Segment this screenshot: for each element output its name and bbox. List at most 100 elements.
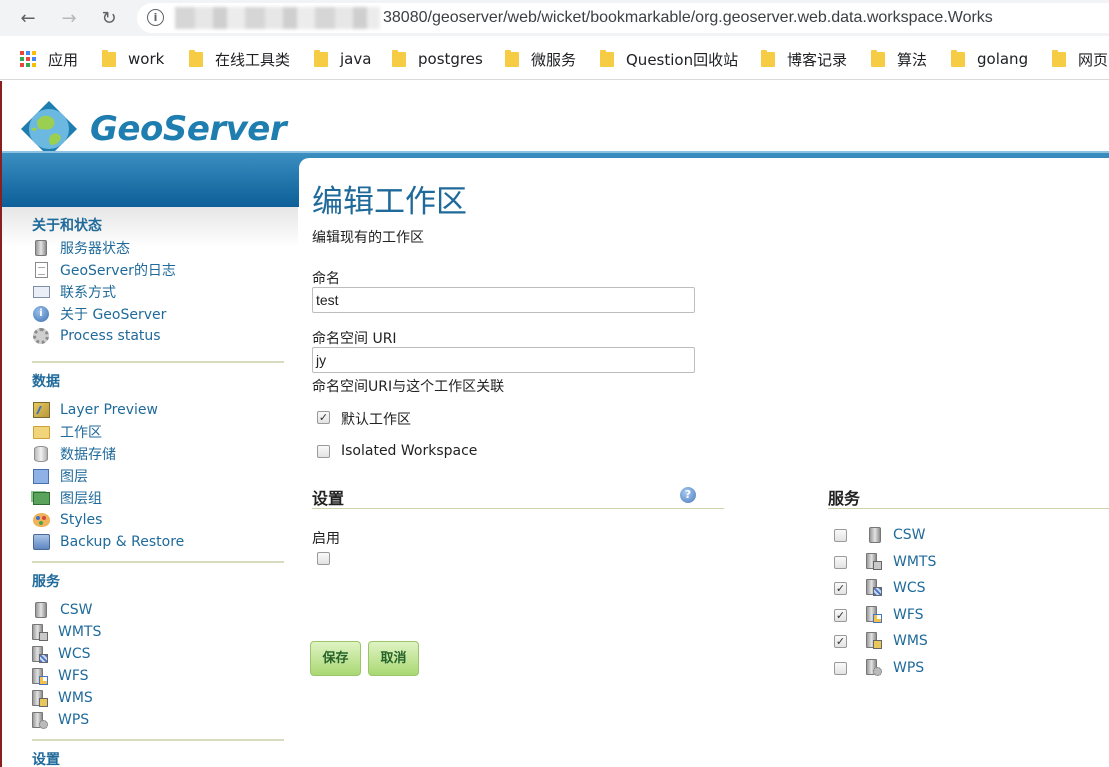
sidebar-item-label: Layer Preview	[60, 402, 158, 418]
url-text[interactable]: 38080/geoserver/web/wicket/bookmarkable/…	[383, 7, 993, 29]
bookmark-java[interactable]: java	[314, 48, 371, 70]
settings-enabled-checkbox[interactable]	[317, 552, 330, 565]
nav-section-about-status: 关于和状态 服务器状态 GeoServer的日志 联系方式 i 关于 GeoSer…	[32, 215, 284, 347]
nav-divider	[32, 561, 284, 563]
service-wcs-link[interactable]: WCS	[893, 580, 926, 596]
sidebar-item-wms[interactable]: WMS	[32, 687, 284, 709]
sidebar-item-csw[interactable]: CSW	[32, 599, 284, 621]
layer-icon	[32, 468, 50, 485]
cancel-button[interactable]: 取消	[368, 641, 419, 676]
default-workspace-label: 默认工作区	[341, 412, 411, 428]
geoserver-globe-logo-icon[interactable]	[19, 99, 79, 159]
wcs-icon	[32, 645, 48, 663]
wfs-icon	[866, 606, 882, 623]
namespace-uri-input[interactable]: jy	[312, 347, 695, 373]
wmts-icon	[866, 553, 882, 570]
folder-icon	[761, 49, 775, 67]
service-wfs-checkbox[interactable]: ✓	[834, 609, 847, 622]
sidebar-item-geoserver-log[interactable]: GeoServer的日志	[32, 259, 284, 281]
bookmark-question[interactable]: Question回收站	[600, 48, 738, 70]
bookmark-web[interactable]: 网页	[1052, 48, 1108, 70]
nav-section-title: 数据	[32, 374, 60, 390]
sidebar-item-layers[interactable]: 图层	[32, 465, 284, 487]
nav-section-title: 关于和状态	[32, 218, 102, 234]
sidebar-item-label: 服务器状态	[60, 241, 130, 257]
sidebar-item-contact[interactable]: 联系方式	[32, 281, 284, 303]
layer-group-icon	[32, 490, 50, 507]
sidebar-item-stores[interactable]: 数据存储	[32, 443, 284, 465]
sidebar-item-label: 关于 GeoServer	[60, 307, 167, 323]
geoserver-header: GeoServer	[2, 81, 1109, 157]
sidebar-item-backup-restore[interactable]: Backup & Restore	[32, 531, 284, 553]
folder-icon	[871, 49, 885, 67]
bookmark-label: postgres	[418, 50, 483, 68]
service-csw-checkbox[interactable]	[834, 529, 847, 542]
browser-toolbar: ← → ↻ i 38080/geoserver/web/wicket/bookm…	[0, 0, 1109, 36]
folder-icon	[505, 49, 519, 67]
bookmark-postgres[interactable]: postgres	[392, 48, 483, 70]
help-icon[interactable]: ?	[680, 487, 696, 503]
sidebar-item-wps[interactable]: WPS	[32, 709, 284, 731]
sidebar-item-wmts[interactable]: WMTS	[32, 621, 284, 643]
wfs-icon	[32, 667, 48, 685]
address-bar[interactable]: i 38080/geoserver/web/wicket/bookmarkabl…	[137, 3, 1109, 33]
nav-divider	[32, 739, 284, 741]
service-wps-checkbox[interactable]	[834, 662, 847, 675]
sidebar-item-label: CSW	[60, 602, 93, 618]
service-wcs-checkbox[interactable]: ✓	[834, 582, 847, 595]
bookmark-golang[interactable]: golang	[951, 48, 1028, 70]
sidebar-item-styles[interactable]: Styles	[32, 509, 284, 531]
bookmark-blog[interactable]: 博客记录	[761, 48, 847, 70]
sidebar-item-label: 图层组	[60, 491, 102, 507]
sidebar-item-about[interactable]: i 关于 GeoServer	[32, 303, 284, 325]
bookmark-algorithms[interactable]: 算法	[871, 48, 927, 70]
service-wms-link[interactable]: WMS	[893, 633, 928, 649]
nav-section-services: 服务 CSW WMTS WCS WFS WMS WPS	[32, 571, 284, 731]
sidebar-item-label: 工作区	[60, 425, 102, 441]
wmts-icon	[32, 623, 48, 641]
forward-arrow-icon[interactable]: →	[57, 6, 81, 30]
isolated-workspace-checkbox[interactable]	[317, 445, 330, 458]
sidebar-item-server-status[interactable]: 服务器状态	[32, 237, 284, 259]
sidebar-nav: 关于和状态 服务器状态 GeoServer的日志 联系方式 i 关于 GeoSer…	[2, 207, 298, 767]
bookmark-label: 博客记录	[787, 50, 848, 69]
folder-icon	[1052, 49, 1066, 67]
site-info-icon[interactable]: i	[147, 9, 164, 26]
service-wmts-link[interactable]: WMTS	[893, 554, 936, 570]
palette-icon	[32, 512, 50, 529]
wps-icon	[866, 659, 882, 676]
sidebar-item-workspaces[interactable]: 工作区	[32, 421, 284, 443]
sidebar-item-label: WMTS	[58, 624, 102, 640]
apps-grid-icon	[20, 51, 36, 67]
sidebar-item-layer-groups[interactable]: 图层组	[32, 487, 284, 509]
reload-icon[interactable]: ↻	[97, 6, 121, 30]
service-csw-link[interactable]: CSW	[893, 527, 926, 543]
bookmark-apps[interactable]: 应用	[20, 48, 78, 70]
settings-divider	[312, 508, 724, 509]
bookmark-label: Question回收站	[626, 50, 739, 69]
bookmark-online-tools[interactable]: 在线工具类	[189, 48, 290, 70]
save-button[interactable]: 保存	[310, 641, 361, 676]
service-wps-link[interactable]: WPS	[893, 660, 924, 676]
sidebar-item-process-status[interactable]: Process status	[32, 325, 284, 347]
service-wmts-checkbox[interactable]	[834, 556, 847, 569]
name-label: 命名	[312, 271, 340, 287]
bookmark-work[interactable]: work	[102, 48, 164, 70]
namespace-uri-label: 命名空间 URI	[312, 331, 397, 347]
service-wms-checkbox[interactable]: ✓	[834, 635, 847, 648]
wms-icon	[32, 689, 48, 707]
sidebar-item-wfs[interactable]: WFS	[32, 665, 284, 687]
default-workspace-checkbox[interactable]: ✓	[317, 411, 330, 424]
back-arrow-icon[interactable]: ←	[16, 6, 40, 30]
bookmark-label: 网页	[1078, 50, 1109, 69]
name-input[interactable]: test	[312, 287, 695, 313]
sidebar-item-label: 图层	[60, 469, 88, 485]
nav-divider	[32, 361, 284, 363]
sidebar-item-layer-preview[interactable]: Layer Preview	[32, 399, 284, 421]
service-wfs-link[interactable]: WFS	[893, 607, 924, 623]
bookmark-microservices[interactable]: 微服务	[505, 48, 576, 70]
geoserver-logo-text[interactable]: GeoServer	[90, 109, 287, 149]
folder-icon	[189, 49, 203, 67]
sidebar-item-wcs[interactable]: WCS	[32, 643, 284, 665]
log-icon	[32, 262, 50, 279]
